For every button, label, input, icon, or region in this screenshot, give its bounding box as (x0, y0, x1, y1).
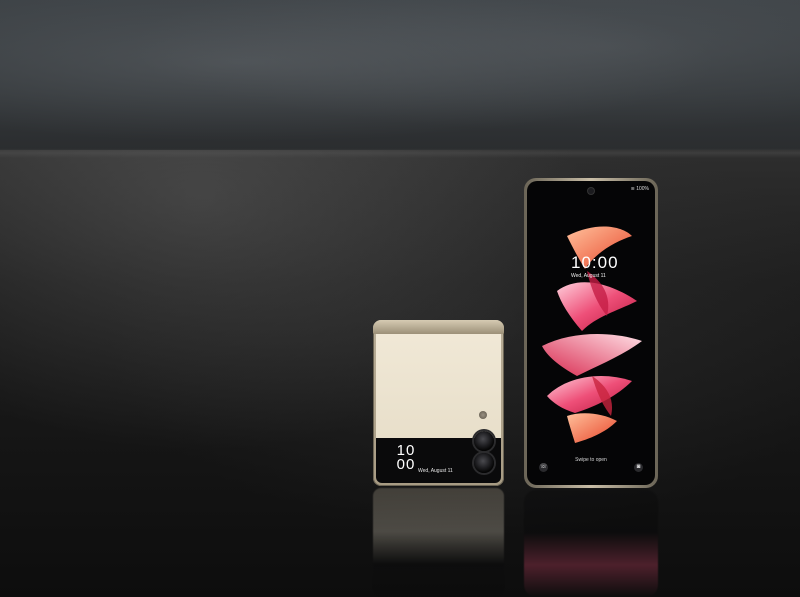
unfolded-phone: ≋ 100% 10:00 Wed, August 11 Swipe to ope… (524, 178, 658, 488)
petal-wallpaper (542, 226, 642, 443)
lock-screen-clock: 10:00 (571, 253, 619, 272)
cover-screen: 10 00 Wed, August 11 (376, 431, 501, 483)
lock-screen-date: Wed, August 11 (571, 273, 606, 279)
battery-level: 100% (636, 186, 649, 192)
swipe-hint: Swipe to open (575, 457, 607, 463)
flash-icon (479, 411, 487, 419)
wifi-icon: ≋ (630, 186, 635, 192)
status-bar: ≋ 100% (631, 186, 649, 192)
cover-clock-minute: 00 (396, 456, 416, 473)
camera-shortcut-icon: ◙ (634, 463, 643, 472)
folded-phone: 10 00 Wed, August 11 (373, 320, 504, 486)
cover-clock: 10 00 (394, 443, 418, 473)
cream-back-panel (376, 334, 501, 438)
unfolded-phone-reflection (524, 490, 658, 597)
phone-hinge (373, 320, 504, 334)
camera-lens-icon (474, 453, 494, 473)
photo-scene: 10 00 Wed, August 11 ≋ 100% 10:00 Wed, A… (0, 0, 800, 597)
front-camera-icon (588, 188, 594, 194)
table-edge (0, 148, 800, 158)
folded-phone-reflection (373, 488, 504, 597)
camera-lens-icon (474, 431, 494, 451)
phone-shortcut-icon: ☏ (539, 463, 548, 472)
background-wall (0, 0, 800, 155)
cover-date: Wed, August 11 (418, 468, 453, 474)
lock-screen: ≋ 100% 10:00 Wed, August 11 Swipe to ope… (527, 181, 655, 485)
